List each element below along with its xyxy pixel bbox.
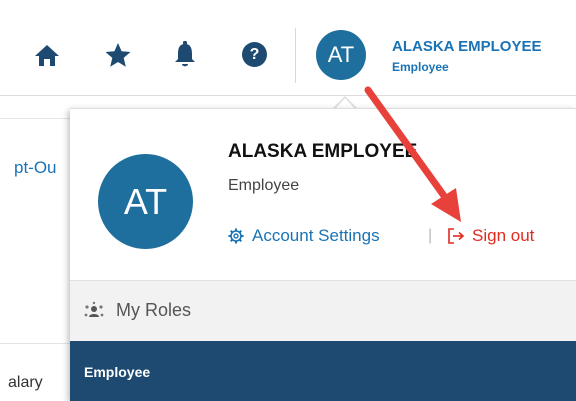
user-role: Employee (392, 60, 449, 74)
background-divider (0, 343, 70, 344)
profile-dropdown: AT ALASKA EMPLOYEE Employee Account Sett… (70, 108, 576, 401)
home-icon[interactable] (34, 43, 60, 67)
my-roles-header[interactable]: My Roles (70, 280, 576, 341)
toolbar-divider (295, 28, 296, 83)
profile-role: Employee (228, 177, 300, 194)
role-item-employee[interactable]: Employee (70, 341, 576, 401)
my-roles-label: My Roles (116, 300, 192, 320)
header-divider (0, 95, 576, 96)
background-text: alary (8, 374, 43, 391)
user-name[interactable]: ALASKA EMPLOYEE (392, 38, 541, 55)
gear-icon (228, 228, 244, 244)
avatar-initials: AT (327, 42, 355, 67)
background-link-text[interactable]: pt-Ou (14, 158, 57, 178)
help-icon[interactable]: ? (242, 42, 267, 67)
profile-avatar: AT (98, 154, 193, 249)
account-settings-label: Account Settings (252, 226, 380, 245)
profile-name: ALASKA EMPLOYEE (228, 141, 418, 162)
roles-icon (84, 301, 104, 317)
star-icon[interactable] (104, 42, 132, 68)
sign-out-label: Sign out (472, 226, 535, 245)
sign-out-link[interactable]: Sign out (447, 226, 534, 246)
sign-out-icon (448, 228, 465, 244)
user-avatar[interactable]: AT (316, 30, 366, 80)
background-divider (0, 118, 70, 119)
bell-icon[interactable] (173, 40, 197, 68)
help-glyph: ? (249, 45, 260, 63)
profile-avatar-initials: AT (123, 180, 168, 222)
link-separator: | (428, 227, 433, 244)
top-navigation-bar: ? AT ALASKA EMPLOYEE Employee (0, 0, 576, 95)
role-item-label: Employee (84, 364, 151, 380)
account-settings-link[interactable]: Account Settings (228, 226, 380, 246)
